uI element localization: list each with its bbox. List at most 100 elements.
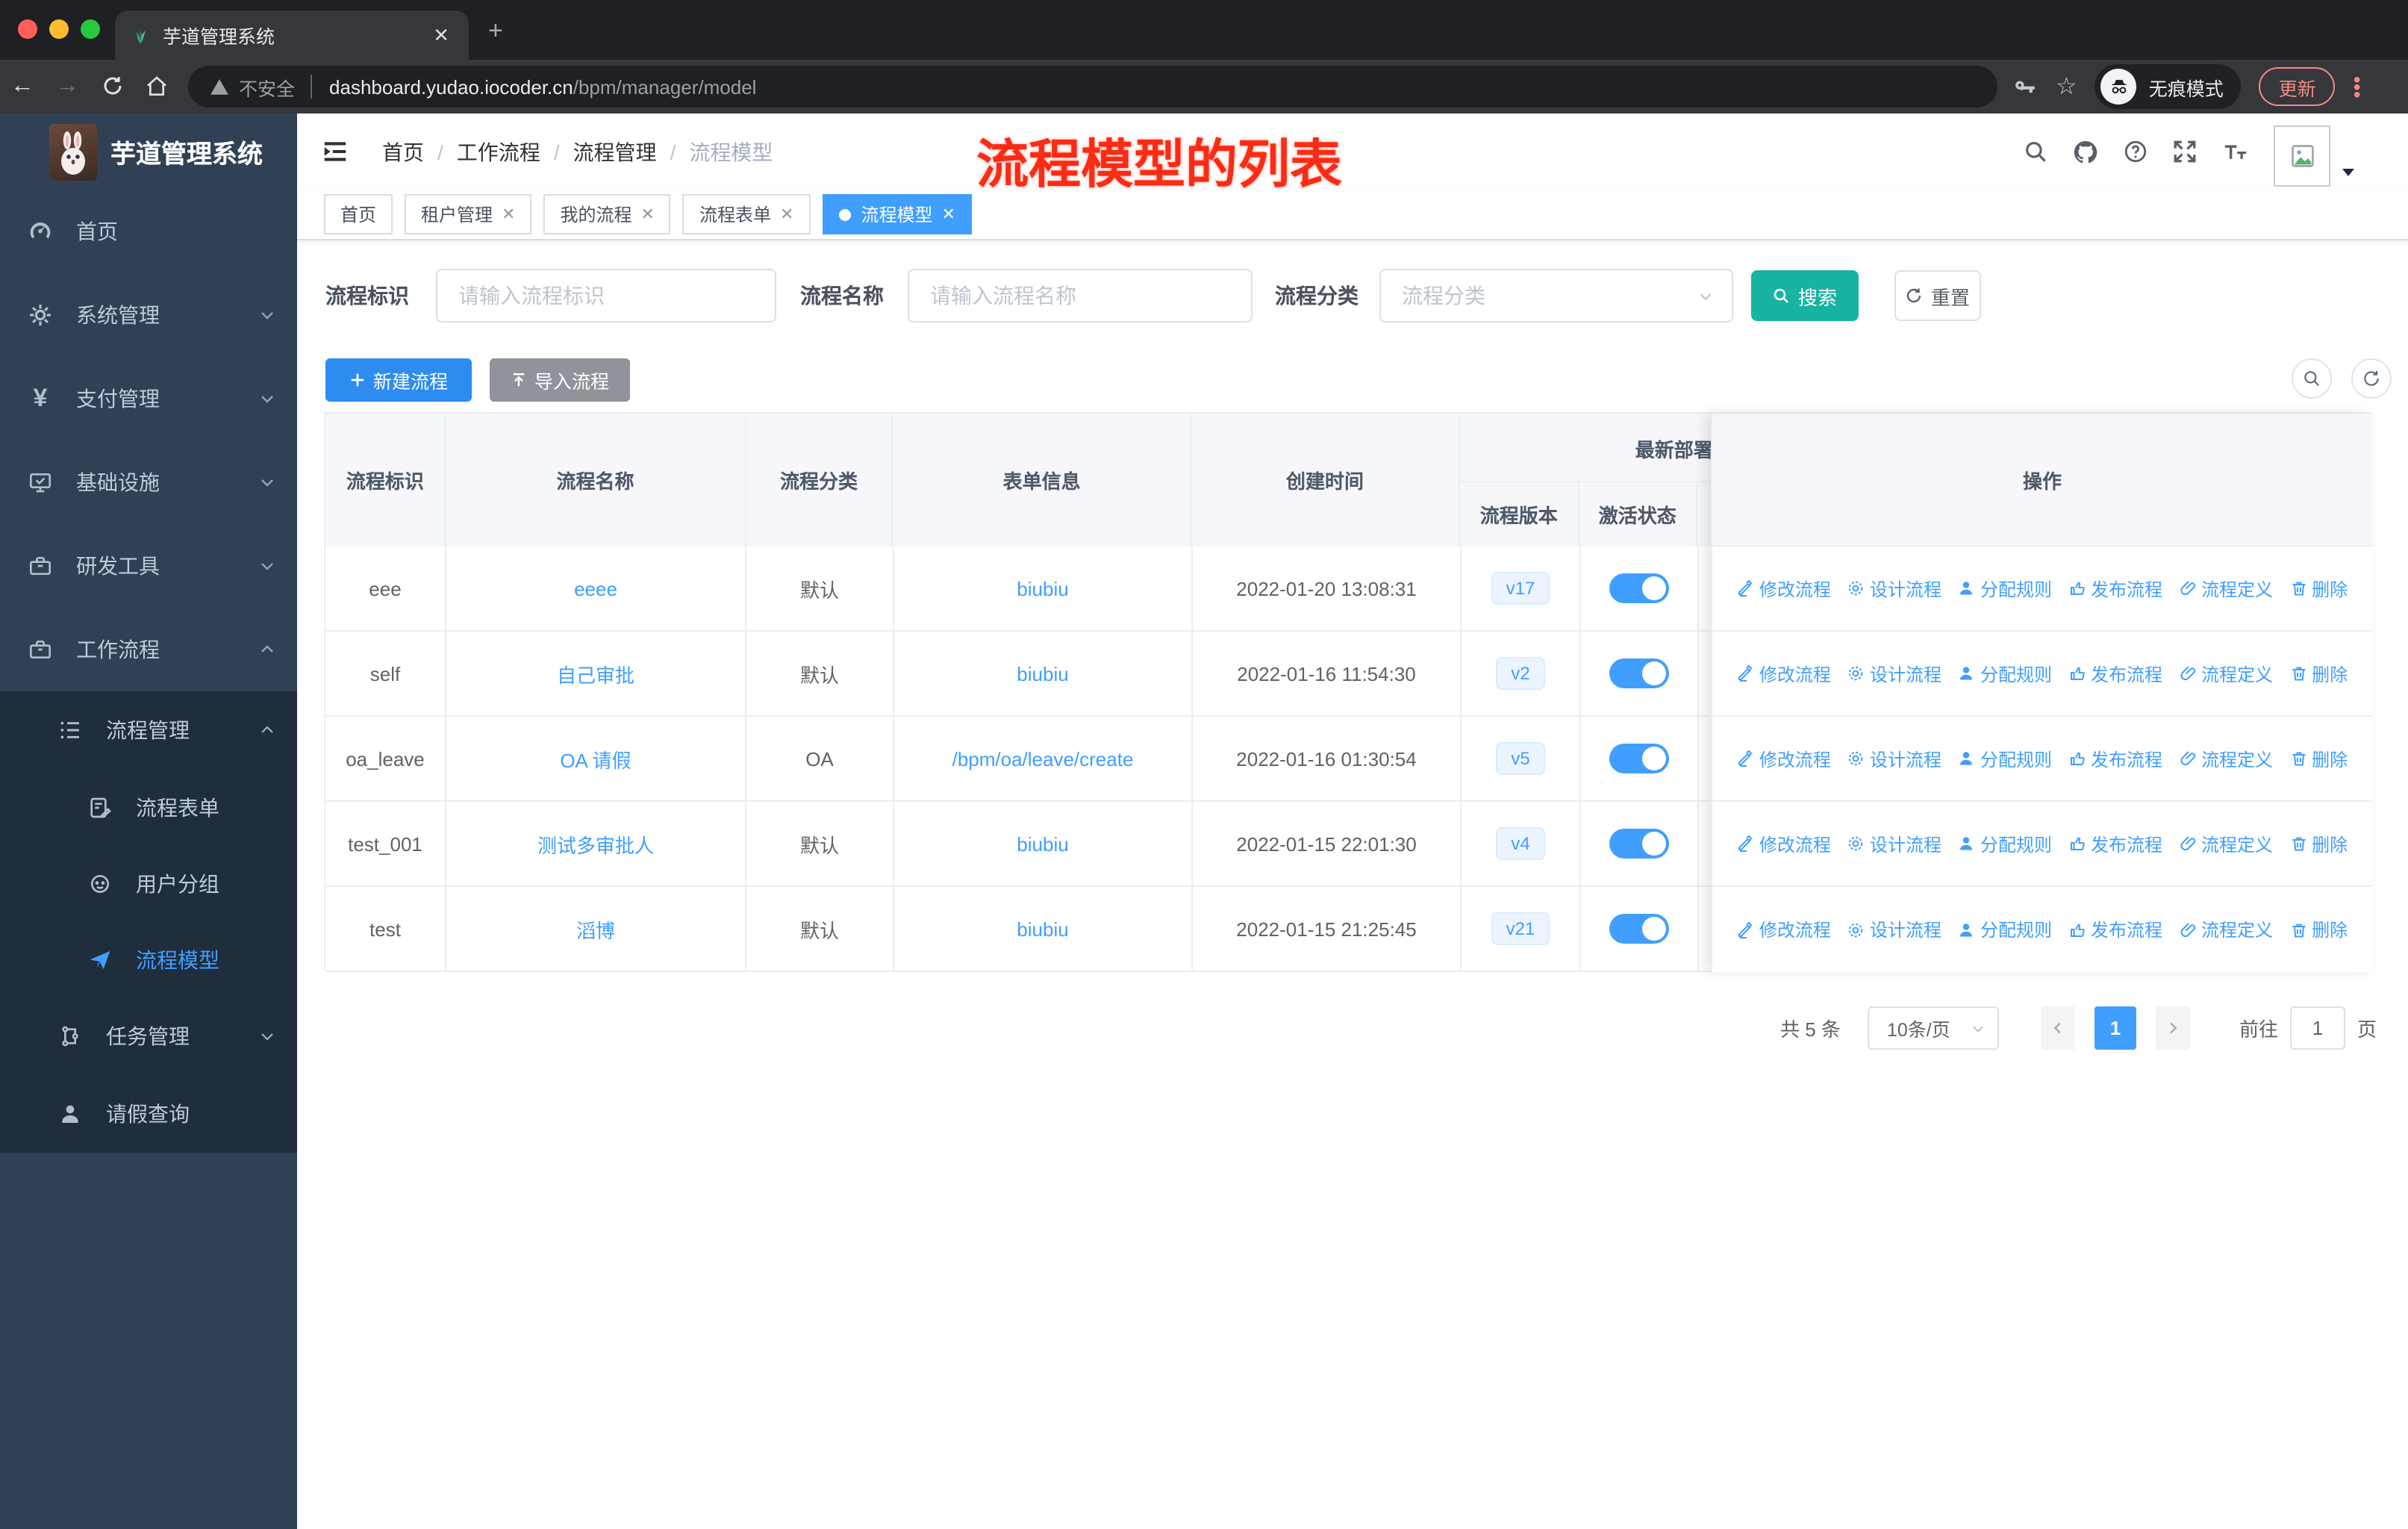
- process-name-link[interactable]: 滔博: [576, 915, 615, 943]
- breadcrumb-process-mgmt[interactable]: 流程管理: [573, 137, 657, 166]
- close-icon[interactable]: ✕: [780, 205, 793, 224]
- active-toggle[interactable]: [1609, 914, 1669, 944]
- design-process-link[interactable]: 设计流程: [1847, 917, 1941, 942]
- close-window-button[interactable]: [18, 19, 37, 39]
- sidebar-item-process-model[interactable]: 流程模型: [0, 921, 297, 997]
- filter-category-select[interactable]: 流程分类: [1379, 269, 1733, 323]
- delete-link[interactable]: 删除: [2289, 576, 2348, 601]
- fullscreen-icon[interactable]: [2172, 139, 2198, 164]
- tag-process-model[interactable]: 流程模型 ✕: [822, 194, 972, 234]
- update-button[interactable]: 更新: [2259, 67, 2336, 106]
- assign-rule-link[interactable]: 分配规则: [1958, 661, 2052, 686]
- filter-key-input[interactable]: [436, 269, 776, 323]
- process-definition-link[interactable]: 流程定义: [2179, 576, 2273, 601]
- process-definition-link[interactable]: 流程定义: [2179, 661, 2273, 686]
- delete-link[interactable]: 删除: [2289, 831, 2348, 856]
- close-icon[interactable]: ✕: [641, 205, 655, 224]
- help-icon[interactable]: [2123, 139, 2148, 164]
- maximize-window-button[interactable]: [81, 19, 100, 39]
- process-definition-link[interactable]: 流程定义: [2179, 831, 2273, 856]
- new-tab-button[interactable]: +: [488, 18, 503, 43]
- close-icon[interactable]: ✕: [502, 205, 515, 224]
- breadcrumb-workflow[interactable]: 工作流程: [457, 137, 540, 166]
- refresh-table-button[interactable]: [2351, 358, 2392, 399]
- search-button[interactable]: 搜索: [1751, 270, 1859, 321]
- form-link[interactable]: biubiu: [1017, 577, 1068, 600]
- sidebar-item-home[interactable]: 首页: [0, 190, 297, 273]
- active-toggle[interactable]: [1609, 573, 1669, 603]
- active-toggle[interactable]: [1609, 744, 1669, 773]
- browser-tab[interactable]: 芋道管理系统 ✕: [115, 10, 469, 60]
- github-icon[interactable]: [2072, 138, 2099, 165]
- next-page-button[interactable]: [2155, 1006, 2190, 1050]
- minimize-window-button[interactable]: [49, 19, 69, 39]
- reload-icon[interactable]: [90, 73, 134, 100]
- form-link[interactable]: /bpm/oa/leave/create: [952, 747, 1134, 770]
- process-name-link[interactable]: eeee: [574, 577, 617, 600]
- user-avatar[interactable]: [2274, 125, 2330, 186]
- toggle-search-button[interactable]: [2292, 358, 2332, 399]
- security-label[interactable]: 不安全: [239, 72, 295, 101]
- assign-rule-link[interactable]: 分配规则: [1958, 576, 2052, 601]
- url-bar[interactable]: 不安全 dashboard.yudao.iocoder.cn/bpm/manag…: [188, 66, 1997, 108]
- delete-link[interactable]: 删除: [2289, 917, 2348, 942]
- tag-tenant[interactable]: 租户管理 ✕: [405, 194, 532, 234]
- sidebar-item-process-mgmt[interactable]: 流程管理: [0, 691, 297, 769]
- process-name-link[interactable]: 自己审批: [557, 659, 634, 688]
- sidebar-item-devtools[interactable]: 研发工具: [0, 524, 297, 608]
- bookmark-star-icon[interactable]: ☆: [2056, 72, 2077, 102]
- edit-process-link[interactable]: 修改流程: [1737, 746, 1831, 771]
- deploy-process-link[interactable]: 发布流程: [2068, 576, 2162, 601]
- collapse-sidebar-icon[interactable]: [321, 137, 349, 166]
- process-name-link[interactable]: OA 请假: [560, 744, 631, 773]
- process-name-link[interactable]: 测试多审批人: [537, 829, 654, 858]
- sidebar-item-user-group[interactable]: 用户分组: [0, 845, 297, 921]
- close-icon[interactable]: ✕: [941, 205, 955, 224]
- design-process-link[interactable]: 设计流程: [1847, 746, 1941, 771]
- edit-process-link[interactable]: 修改流程: [1737, 831, 1831, 856]
- back-icon[interactable]: ←: [0, 73, 45, 100]
- create-process-button[interactable]: 新建流程: [325, 358, 472, 402]
- sidebar-item-infra[interactable]: 基础设施: [0, 440, 297, 524]
- assign-rule-link[interactable]: 分配规则: [1958, 917, 2052, 942]
- avatar-dropdown-caret[interactable]: [2342, 169, 2354, 176]
- design-process-link[interactable]: 设计流程: [1847, 831, 1941, 856]
- deploy-process-link[interactable]: 发布流程: [2068, 746, 2162, 771]
- assign-rule-link[interactable]: 分配规则: [1958, 746, 2052, 771]
- design-process-link[interactable]: 设计流程: [1847, 661, 1941, 686]
- sidebar-item-workflow[interactable]: 工作流程: [0, 608, 297, 691]
- tab-close-icon[interactable]: ✕: [428, 23, 454, 47]
- home-icon[interactable]: [134, 73, 179, 100]
- form-link[interactable]: biubiu: [1017, 832, 1068, 855]
- sidebar-item-process-form[interactable]: 流程表单: [0, 769, 297, 845]
- form-link[interactable]: biubiu: [1017, 918, 1068, 940]
- font-size-icon[interactable]: [2221, 139, 2250, 164]
- page-number-1[interactable]: 1: [2094, 1006, 2136, 1050]
- tag-process-form[interactable]: 流程表单 ✕: [682, 194, 811, 234]
- process-definition-link[interactable]: 流程定义: [2179, 917, 2273, 942]
- reset-button[interactable]: 重置: [1894, 270, 1981, 321]
- edit-process-link[interactable]: 修改流程: [1737, 917, 1831, 942]
- edit-process-link[interactable]: 修改流程: [1737, 576, 1831, 601]
- assign-rule-link[interactable]: 分配规则: [1958, 831, 2052, 856]
- delete-link[interactable]: 删除: [2289, 661, 2348, 686]
- deploy-process-link[interactable]: 发布流程: [2068, 831, 2162, 856]
- sidebar-item-system[interactable]: 系统管理: [0, 273, 297, 357]
- design-process-link[interactable]: 设计流程: [1847, 576, 1941, 601]
- prev-page-button[interactable]: [2040, 1006, 2075, 1050]
- goto-page-input[interactable]: [2289, 1006, 2345, 1050]
- process-definition-link[interactable]: 流程定义: [2179, 746, 2273, 771]
- search-icon[interactable]: [2023, 139, 2048, 164]
- form-link[interactable]: biubiu: [1017, 662, 1068, 685]
- edit-process-link[interactable]: 修改流程: [1737, 661, 1831, 686]
- deploy-process-link[interactable]: 发布流程: [2068, 661, 2162, 686]
- tag-home[interactable]: 首页: [324, 194, 393, 234]
- forward-icon[interactable]: →: [45, 73, 90, 100]
- page-size-select[interactable]: 10条/页: [1867, 1006, 1999, 1050]
- password-key-icon[interactable]: [2012, 74, 2038, 99]
- sidebar-item-task-mgmt[interactable]: 任务管理: [0, 997, 297, 1075]
- delete-link[interactable]: 删除: [2289, 746, 2348, 771]
- import-process-button[interactable]: 导入流程: [490, 358, 630, 402]
- active-toggle[interactable]: [1609, 829, 1669, 859]
- browser-menu-icon[interactable]: • • •: [2354, 68, 2361, 104]
